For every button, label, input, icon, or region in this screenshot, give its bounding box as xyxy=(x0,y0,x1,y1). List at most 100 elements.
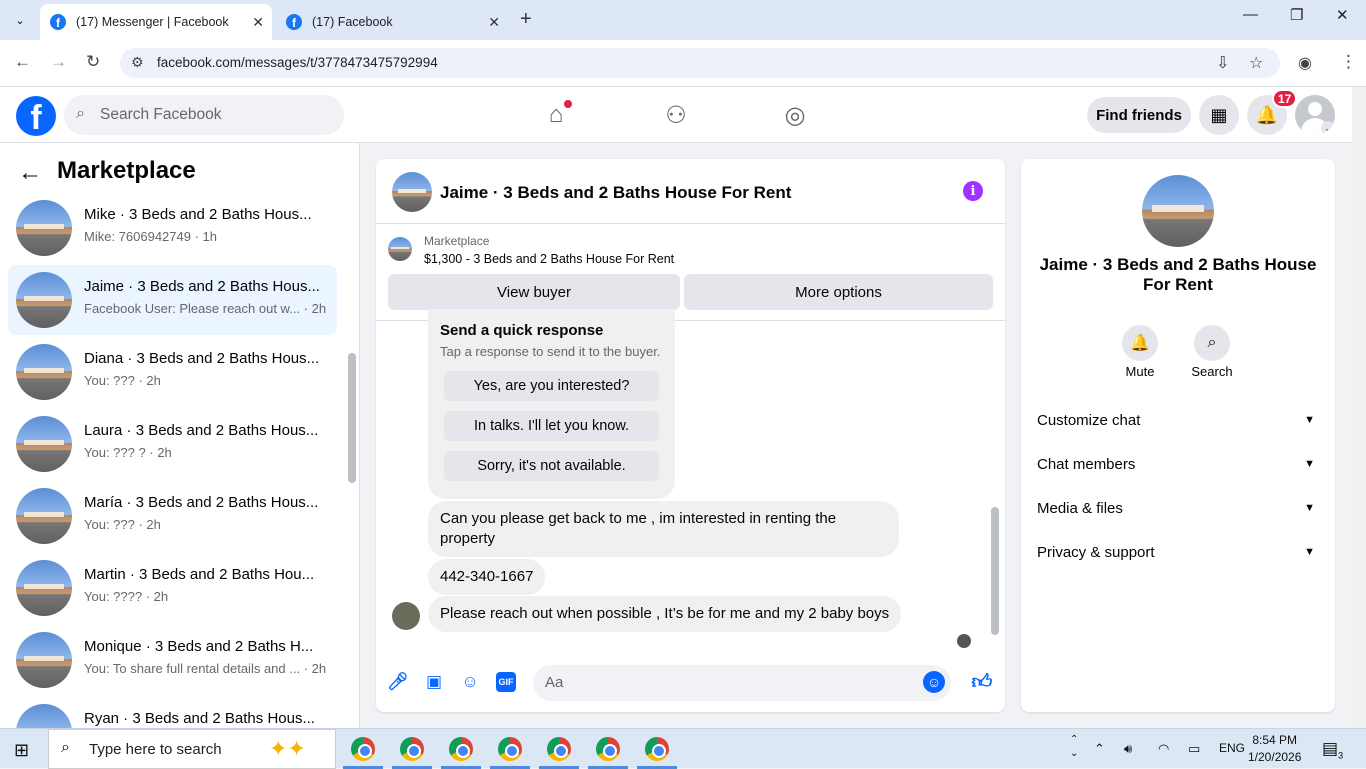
menu-grid-icon[interactable]: ▦ xyxy=(1199,95,1239,135)
profile-icon[interactable]: ◉ xyxy=(1298,53,1312,73)
install-app-icon[interactable]: ⇩ xyxy=(1216,53,1229,73)
browser-menu-icon[interactable]: ⋮ xyxy=(1340,52,1357,72)
conversation-item-selected[interactable]: Jaime · 3 Beds and 2 Baths Hous... Faceb… xyxy=(8,265,337,335)
chrome-taskbar-icon[interactable] xyxy=(596,737,620,761)
composer: 🎤︎ ▣ ☺ GIF Aa ☺ 👍︎ xyxy=(376,659,1005,712)
taskbar-search[interactable]: ⌕ Type here to search ✦✦ xyxy=(48,729,336,769)
chat-scrollbar[interactable] xyxy=(991,507,999,635)
search-placeholder: Search Facebook xyxy=(100,106,222,123)
tab-messenger[interactable]: f (17) Messenger | Facebook ✕ xyxy=(40,4,272,40)
listing-thumbnail xyxy=(16,632,72,688)
mute-label[interactable]: Mute xyxy=(1110,364,1170,379)
chrome-taskbar-icon[interactable] xyxy=(498,737,522,761)
restore-button[interactable]: ❐ xyxy=(1290,6,1303,24)
microphone-icon[interactable]: 🎤︎ xyxy=(387,672,409,692)
facebook-search[interactable]: ⌕ Search Facebook xyxy=(64,95,344,135)
chrome-taskbar-icon[interactable] xyxy=(547,737,571,761)
reload-button[interactable]: ↻ xyxy=(86,52,100,72)
search-label[interactable]: Search xyxy=(1182,364,1242,379)
search-icon[interactable]: ⌕ xyxy=(1194,325,1230,361)
facebook-favicon-icon: f xyxy=(50,14,66,30)
chat-avatar[interactable] xyxy=(392,172,432,212)
address-bar[interactable]: ⚙ facebook.com/messages/t/37784734757929… xyxy=(120,48,1280,78)
emoji-icon[interactable]: ☺ xyxy=(923,671,945,693)
conversation-item[interactable]: María · 3 Beds and 2 Baths Hous... You: … xyxy=(8,481,337,551)
back-button[interactable]: ← xyxy=(14,52,31,72)
more-options-button[interactable]: More options xyxy=(684,274,993,310)
tab-search-button[interactable]: ⌄ xyxy=(8,9,32,31)
tab-facebook[interactable]: f (17) Facebook ✕ xyxy=(276,4,508,40)
close-tab-icon[interactable]: ✕ xyxy=(488,14,500,31)
windows-taskbar: ⊞ ⌕ Type here to search ✦✦ ⌃ ⌄ ⌃ 🔊︎ ◠ ▭ E… xyxy=(0,728,1366,769)
sticker-icon[interactable]: ☺ xyxy=(460,672,480,692)
wifi-icon[interactable]: ◠ xyxy=(1158,741,1169,757)
thumbs-up-icon[interactable]: 👍︎ xyxy=(972,671,993,693)
conversation-preview: You: ???? · 2h xyxy=(84,589,169,604)
view-buyer-button[interactable]: View buyer xyxy=(388,274,680,310)
conversation-preview: Mike: 7606942749 · 1h xyxy=(84,229,217,244)
listing-thumbnail xyxy=(16,344,72,400)
quick-response-option[interactable]: In talks. I'll let you know. xyxy=(444,411,659,441)
conversation-item[interactable]: Laura · 3 Beds and 2 Baths Hous... You: … xyxy=(8,409,337,479)
section-privacy-support[interactable]: Privacy & support ▼ xyxy=(1037,540,1319,564)
section-label: Privacy & support xyxy=(1037,543,1155,561)
section-chat-members[interactable]: Chat members ▼ xyxy=(1037,452,1319,476)
conversation-item[interactable]: Diana · 3 Beds and 2 Baths Hous... You: … xyxy=(8,337,337,407)
notification-badge: 17 xyxy=(1272,89,1298,108)
groups-icon[interactable]: ◎ xyxy=(780,100,810,130)
conversation-item[interactable]: Ryan · 3 Beds and 2 Baths Hous... xyxy=(8,697,337,728)
facebook-logo[interactable]: f xyxy=(16,96,56,136)
photo-icon[interactable]: ▣ xyxy=(424,672,444,692)
sidebar-scrollbar[interactable] xyxy=(348,353,356,483)
chrome-taskbar-icon[interactable] xyxy=(449,737,473,761)
message-input[interactable]: Aa ☺ xyxy=(533,665,951,701)
tray-scroll-icon[interactable]: ⌃ ⌄ xyxy=(1070,733,1078,761)
language-indicator[interactable]: ENG xyxy=(1219,741,1245,755)
search-highlight-icon: ✦✦ xyxy=(269,736,306,761)
battery-icon[interactable]: ▭ xyxy=(1188,741,1200,757)
friends-icon[interactable]: ⚇ xyxy=(661,100,691,130)
chrome-taskbar-icon[interactable] xyxy=(400,737,424,761)
conversation-name: Laura · 3 Beds and 2 Baths Hous... xyxy=(84,422,319,439)
site-info-icon[interactable]: ⚙ xyxy=(131,54,144,71)
chat-title[interactable]: Jaime · 3 Beds and 2 Baths House For Ren… xyxy=(440,183,791,203)
facebook-favicon-icon: f xyxy=(286,14,302,30)
conversation-name: Martin · 3 Beds and 2 Baths Hou... xyxy=(84,566,315,583)
clock[interactable]: 8:54 PM 1/20/2026 xyxy=(1248,732,1301,766)
conversation-item[interactable]: Martin · 3 Beds and 2 Baths Hou... You: … xyxy=(8,553,337,623)
quick-response-option[interactable]: Sorry, it's not available. xyxy=(444,451,659,481)
conversation-item[interactable]: Mike · 3 Beds and 2 Baths Hous... Mike: … xyxy=(8,193,337,263)
listing-price-title[interactable]: $1,300 - 3 Beds and 2 Baths House For Re… xyxy=(424,252,674,266)
volume-icon[interactable]: 🔊︎ xyxy=(1124,741,1132,757)
url-text[interactable]: facebook.com/messages/t/3778473475792994 xyxy=(157,55,438,70)
close-tab-icon[interactable]: ✕ xyxy=(252,14,264,31)
chevron-down-icon: ▼ xyxy=(1304,458,1315,470)
notification-center-icon[interactable]: ▤3 xyxy=(1322,739,1343,760)
chrome-taskbar-icon[interactable] xyxy=(645,737,669,761)
forward-button[interactable]: → xyxy=(50,52,67,72)
listing-thumbnail xyxy=(16,416,72,472)
find-friends-button[interactable]: Find friends xyxy=(1087,97,1191,133)
gif-icon[interactable]: GIF xyxy=(496,672,516,692)
chevron-down-icon: ⌄ xyxy=(1321,121,1335,135)
conversation-preview: You: ??? · 2h xyxy=(84,517,161,532)
conversation-preview: You: ??? ? · 2h xyxy=(84,445,172,460)
back-arrow-icon[interactable]: ← xyxy=(18,159,42,187)
quick-response-option[interactable]: Yes, are you interested? xyxy=(444,371,659,401)
conversation-item[interactable]: Monique · 3 Beds and 2 Baths H... You: T… xyxy=(8,625,337,695)
marketplace-sidebar: ← Marketplace Mike · 3 Beds and 2 Baths … xyxy=(0,143,360,728)
bookmark-star-icon[interactable]: ☆ xyxy=(1249,53,1263,73)
section-media-files[interactable]: Media & files ▼ xyxy=(1037,496,1319,520)
minimize-button[interactable]: — xyxy=(1243,6,1258,23)
browser-tab-strip: ⌄ f (17) Messenger | Facebook ✕ f (17) F… xyxy=(0,0,1366,40)
account-avatar[interactable]: ⌄ xyxy=(1295,95,1335,135)
show-hidden-icons[interactable]: ⌃ xyxy=(1094,741,1105,757)
new-tab-button[interactable]: + xyxy=(520,8,532,31)
section-customize-chat[interactable]: Customize chat ▼ xyxy=(1037,408,1319,432)
info-icon[interactable]: i xyxy=(963,181,983,201)
close-window-button[interactable]: ✕ xyxy=(1336,6,1349,24)
page-scrollbar[interactable] xyxy=(1352,87,1366,728)
mute-bell-icon[interactable]: 🔔 xyxy=(1122,325,1158,361)
windows-start-icon[interactable]: ⊞ xyxy=(14,740,29,761)
chrome-taskbar-icon[interactable] xyxy=(351,737,375,761)
